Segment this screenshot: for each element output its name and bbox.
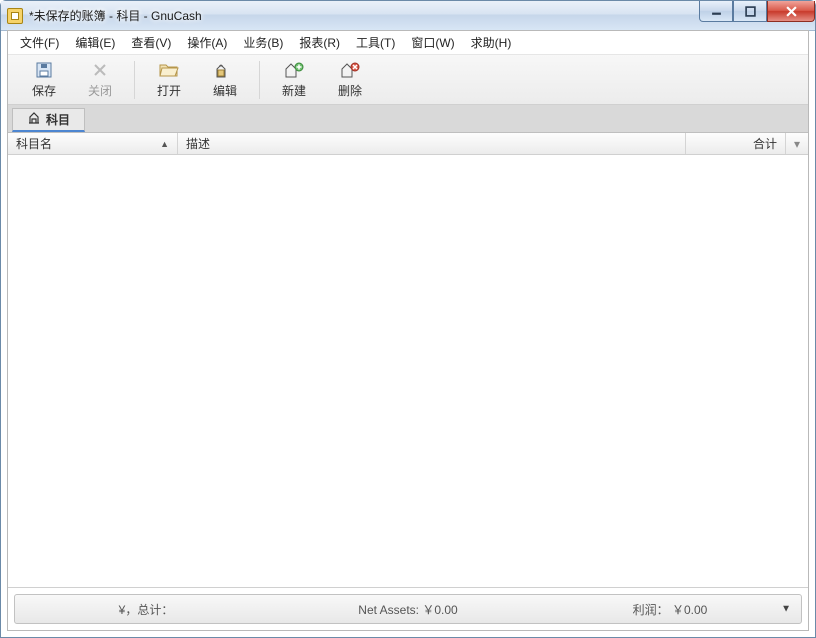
menu-windows[interactable]: 窗口(W) xyxy=(403,32,462,53)
edit-account-icon xyxy=(215,61,235,79)
edit-label: 编辑 xyxy=(213,82,237,99)
col-total-label: 合计 xyxy=(753,135,777,152)
column-options-button[interactable]: ▾ xyxy=(786,133,808,154)
close-button[interactable] xyxy=(767,1,815,22)
open-button[interactable]: 打开 xyxy=(141,56,197,104)
menu-business[interactable]: 业务(B) xyxy=(235,32,291,53)
column-total[interactable]: 合计 xyxy=(686,133,786,154)
save-button[interactable]: 保存 xyxy=(16,56,72,104)
menu-reports[interactable]: 报表(R) xyxy=(291,32,348,53)
delete-button[interactable]: 删除 xyxy=(322,56,378,104)
new-button[interactable]: 新建 xyxy=(266,56,322,104)
close-label: 关闭 xyxy=(88,82,112,99)
toolbar-separator-2 xyxy=(259,61,260,99)
status-profit: 利润： ￥0.00 xyxy=(539,601,801,618)
accounts-icon xyxy=(27,111,41,128)
menu-help[interactable]: 求助(H) xyxy=(463,32,520,53)
maximize-button[interactable] xyxy=(733,1,767,22)
app-frame: 文件(F) 编辑(E) 查看(V) 操作(A) 业务(B) 报表(R) 工具(T… xyxy=(7,30,809,631)
status-grand-total: ¥，总计： xyxy=(15,601,277,618)
new-label: 新建 xyxy=(282,82,306,99)
edit-button[interactable]: 编辑 xyxy=(197,56,253,104)
tab-bar: 科目 xyxy=(8,105,808,133)
tab-accounts[interactable]: 科目 xyxy=(12,108,85,132)
toolbar-separator xyxy=(134,61,135,99)
minimize-button[interactable] xyxy=(699,1,733,22)
menu-actions[interactable]: 操作(A) xyxy=(179,32,235,53)
new-account-icon xyxy=(284,61,304,79)
chevron-down-icon: ▾ xyxy=(794,137,800,151)
summary-bar[interactable]: ¥，总计： Net Assets: ￥0.00 利润： ￥0.00 ▼ xyxy=(14,594,802,624)
summary-dropdown-icon[interactable]: ▼ xyxy=(781,604,791,615)
menu-view[interactable]: 查看(V) xyxy=(123,32,179,53)
menu-tools[interactable]: 工具(T) xyxy=(348,32,403,53)
window-controls xyxy=(699,1,815,22)
window-title: *未保存的账簿 - 科目 - GnuCash xyxy=(29,7,202,24)
col-desc-label: 描述 xyxy=(186,135,210,152)
title-bar: *未保存的账簿 - 科目 - GnuCash xyxy=(1,1,815,31)
column-account-name[interactable]: 科目名 ▲ xyxy=(8,133,178,154)
column-description[interactable]: 描述 xyxy=(178,133,686,154)
status-net-assets: Net Assets: ￥0.00 xyxy=(277,601,539,618)
folder-open-icon xyxy=(159,61,179,79)
save-label: 保存 xyxy=(32,82,56,99)
menu-edit[interactable]: 编辑(E) xyxy=(67,32,123,53)
menu-bar: 文件(F) 编辑(E) 查看(V) 操作(A) 业务(B) 报表(R) 工具(T… xyxy=(8,31,808,55)
save-icon xyxy=(34,61,54,79)
close-icon xyxy=(90,61,110,79)
open-label: 打开 xyxy=(157,82,181,99)
delete-label: 删除 xyxy=(338,82,362,99)
delete-account-icon xyxy=(340,61,360,79)
app-icon xyxy=(7,8,23,24)
sort-ascending-icon: ▲ xyxy=(160,139,169,149)
close-tab-button: 关闭 xyxy=(72,56,128,104)
tab-label: 科目 xyxy=(46,111,70,128)
column-headers: 科目名 ▲ 描述 合计 ▾ xyxy=(8,133,808,155)
menu-file[interactable]: 文件(F) xyxy=(12,32,67,53)
toolbar: 保存 关闭 打开 编辑 新建 xyxy=(8,55,808,105)
accounts-tree[interactable] xyxy=(8,155,808,588)
col-name-label: 科目名 xyxy=(16,135,52,152)
